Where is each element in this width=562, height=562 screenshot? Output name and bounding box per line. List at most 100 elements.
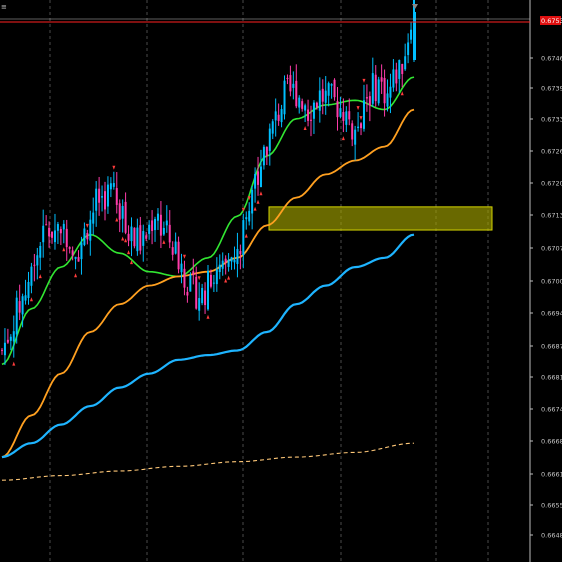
candle-body	[271, 121, 274, 134]
price-chart: 0.67460 0.67395 0.67330 0.67265 0.67200 0.671…	[0, 0, 562, 562]
candle-body	[360, 123, 363, 129]
candle-body	[33, 264, 36, 266]
candle-body	[21, 296, 24, 315]
resistance-zone	[268, 206, 493, 231]
candle-body	[15, 297, 18, 335]
candle-body	[395, 69, 398, 84]
candle-body	[45, 224, 48, 226]
candle-body	[101, 196, 104, 198]
candle-body	[386, 93, 389, 107]
y-tick-label: 0.67200	[541, 180, 562, 188]
candle-body	[89, 219, 92, 241]
candle-body	[192, 271, 195, 275]
resistance-zone-box	[268, 206, 493, 231]
candle-body	[304, 105, 307, 111]
candle-body	[3, 342, 6, 356]
candle-body	[224, 258, 227, 263]
candle-body	[139, 225, 142, 251]
y-tick-label: 0.66615	[541, 471, 562, 479]
candle-body	[333, 79, 336, 98]
candle-body	[233, 259, 236, 263]
candle-body	[327, 83, 330, 96]
candle-body	[174, 241, 177, 254]
chart-menu-icon[interactable]: ≡	[1, 3, 7, 11]
candle-body	[127, 233, 130, 241]
candle-body	[136, 227, 139, 252]
candle-body	[207, 270, 209, 310]
candle-body	[56, 224, 59, 231]
candle-body	[345, 111, 348, 125]
candle-body	[180, 263, 183, 273]
candle-body	[112, 183, 115, 187]
y-tick-label: 0.67395	[541, 85, 562, 93]
candle-body	[151, 220, 154, 231]
candle-body	[321, 88, 324, 102]
candle-body	[165, 220, 168, 226]
candle-body	[280, 109, 283, 123]
candle-body	[265, 146, 268, 156]
candle-body	[106, 184, 109, 207]
candle-body	[368, 96, 371, 106]
candle-body	[145, 235, 148, 239]
candle-body	[148, 224, 151, 234]
candle-body	[283, 80, 286, 115]
candle-body	[310, 119, 312, 121]
candle-body	[218, 264, 221, 273]
candle-body	[212, 282, 215, 284]
candle-body	[268, 128, 271, 151]
y-tick-label: 0.66745	[541, 406, 562, 414]
candle-body	[383, 77, 386, 104]
candle-body	[324, 90, 327, 103]
candle-body	[230, 257, 233, 262]
candle-body	[371, 73, 374, 104]
y-tick-label: 0.66875	[541, 343, 562, 351]
candle-body	[59, 228, 62, 234]
candle-body	[248, 210, 251, 222]
candle-body	[159, 214, 162, 236]
candle-body	[74, 256, 77, 259]
y-tick-label: 0.66485	[541, 532, 562, 540]
candle-body	[221, 260, 224, 269]
candle-body	[6, 339, 9, 343]
candle-body	[389, 86, 392, 98]
candle-body	[339, 108, 342, 117]
candle-body	[407, 42, 410, 56]
candle-body	[118, 203, 121, 220]
candle-body	[18, 301, 21, 313]
candle-body	[236, 248, 239, 264]
y-tick-label: 0.66550	[541, 502, 562, 510]
candle-body	[115, 188, 118, 205]
candle-body	[377, 79, 380, 104]
candle-body	[239, 251, 242, 255]
candle-body	[357, 126, 360, 129]
chart-background	[0, 0, 562, 562]
candle-body	[42, 225, 45, 243]
y-tick-label: 0.66680	[541, 438, 562, 446]
y-tick-label: 0.66810	[541, 374, 562, 382]
candle-body	[130, 226, 133, 242]
candle-body	[39, 245, 42, 258]
candle-body	[189, 274, 192, 292]
candle-body	[254, 173, 257, 189]
candle-body	[98, 188, 101, 203]
candle-body	[1, 349, 3, 351]
candle-body	[380, 77, 383, 82]
candle-body	[71, 250, 74, 256]
candle-body	[142, 231, 145, 246]
candle-body	[242, 220, 245, 256]
candle-body	[318, 90, 321, 111]
y-tick-label: 0.67135	[541, 212, 562, 220]
candle-body	[30, 266, 33, 286]
candle-body	[342, 112, 345, 121]
candle-body	[365, 97, 368, 99]
candle-body	[9, 336, 12, 341]
candle-body	[251, 190, 254, 214]
candle-body	[330, 84, 333, 86]
candle-body	[410, 29, 413, 40]
y-tick-label: 0.67330	[541, 116, 562, 124]
candle-body	[53, 230, 56, 243]
candle-body	[24, 295, 27, 301]
y-tick-label: 0.67005	[541, 278, 562, 286]
candle-body	[245, 217, 248, 220]
candle-body	[133, 227, 136, 247]
